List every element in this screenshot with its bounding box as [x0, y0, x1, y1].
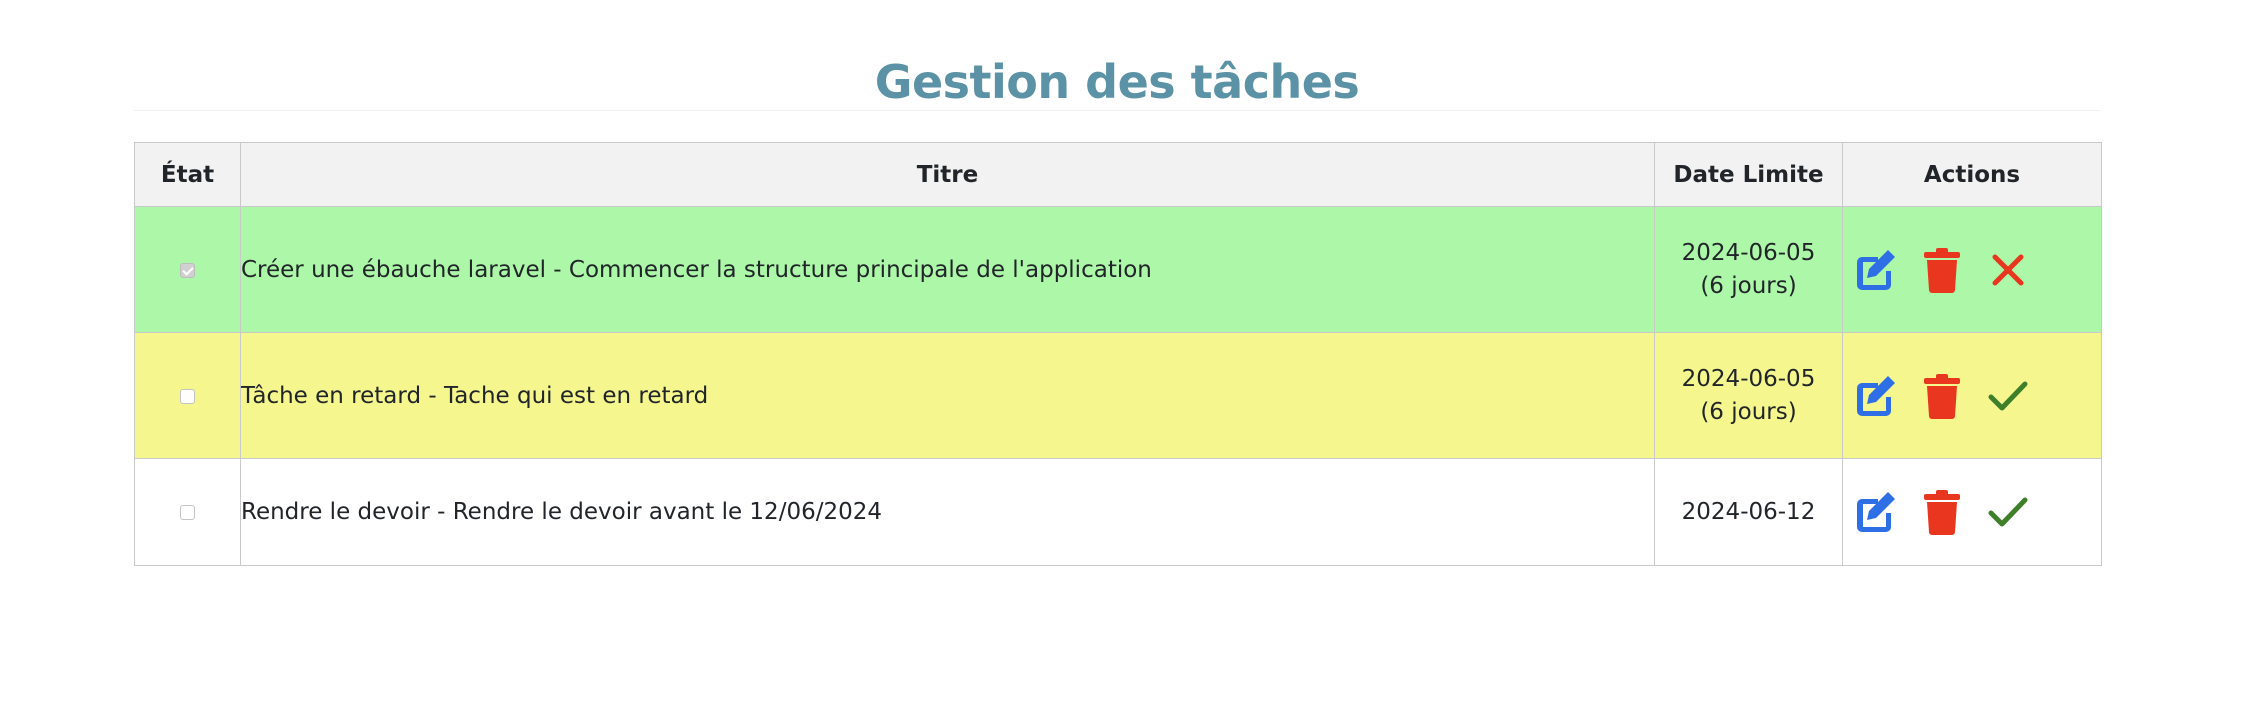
header-titre: Titre — [240, 142, 1655, 207]
edit-icon — [1857, 249, 1895, 290]
due-date-cell: 2024-06-05 (6 jours) — [1654, 206, 1843, 333]
due-date: 2024-06-05 — [1681, 365, 1816, 392]
days-remaining: (6 jours) — [1700, 398, 1797, 425]
tasks-table: État Titre Date Limite Actions Créer une… — [134, 142, 2102, 566]
task-title: Tâche en retard - Tache qui est en retar… — [240, 332, 1655, 459]
delete-button[interactable] — [1909, 370, 1975, 422]
page-title: Gestion des tâches — [874, 55, 1360, 109]
edit-icon — [1857, 375, 1895, 416]
table-row: Rendre le devoir - Rendre le devoir avan… — [134, 458, 2102, 566]
trash-icon — [1924, 247, 1960, 293]
due-date-cell: 2024-06-05 (6 jours) — [1654, 332, 1843, 459]
status-cell — [134, 458, 241, 566]
trash-icon — [1924, 373, 1960, 419]
status-cell — [134, 332, 241, 459]
due-date: 2024-06-12 — [1681, 498, 1816, 525]
actions-cell — [1842, 206, 2102, 333]
status-checkbox[interactable] — [180, 262, 195, 278]
header-actions: Actions — [1842, 142, 2102, 207]
toggle-complete-button[interactable] — [1975, 244, 2041, 296]
status-cell — [134, 206, 241, 333]
task-title: Rendre le devoir - Rendre le devoir avan… — [240, 458, 1655, 566]
check-icon — [1988, 381, 2028, 410]
status-checkbox[interactable] — [180, 505, 195, 520]
toggle-complete-button[interactable] — [1975, 486, 2041, 538]
edit-icon — [1857, 492, 1895, 532]
edit-button[interactable] — [1843, 370, 1909, 422]
actions-cell — [1842, 332, 2102, 459]
title-divider — [134, 110, 2100, 111]
due-date-cell: 2024-06-12 — [1654, 458, 1843, 566]
x-icon — [1992, 254, 2024, 285]
edit-button[interactable] — [1843, 244, 1909, 296]
delete-button[interactable] — [1909, 244, 1975, 296]
table-header-row: État Titre Date Limite Actions — [134, 142, 2102, 207]
toggle-complete-button[interactable] — [1975, 370, 2041, 422]
task-title: Créer une ébauche laravel - Commencer la… — [240, 206, 1655, 333]
status-checkbox[interactable] — [180, 388, 195, 404]
table-row: Créer une ébauche laravel - Commencer la… — [134, 206, 2102, 333]
edit-button[interactable] — [1843, 486, 1909, 538]
table-row: Tâche en retard - Tache qui est en retar… — [134, 332, 2102, 459]
page-container: Gestion des tâches État Titre Date Limit… — [134, 0, 2102, 566]
due-date: 2024-06-05 — [1681, 239, 1816, 266]
delete-button[interactable] — [1909, 486, 1975, 538]
check-icon — [1988, 497, 2028, 527]
actions-cell — [1842, 458, 2102, 566]
header-date-limite: Date Limite — [1654, 142, 1843, 207]
trash-icon — [1924, 490, 1960, 535]
days-remaining: (6 jours) — [1700, 272, 1797, 299]
header-etat: État — [134, 142, 241, 207]
